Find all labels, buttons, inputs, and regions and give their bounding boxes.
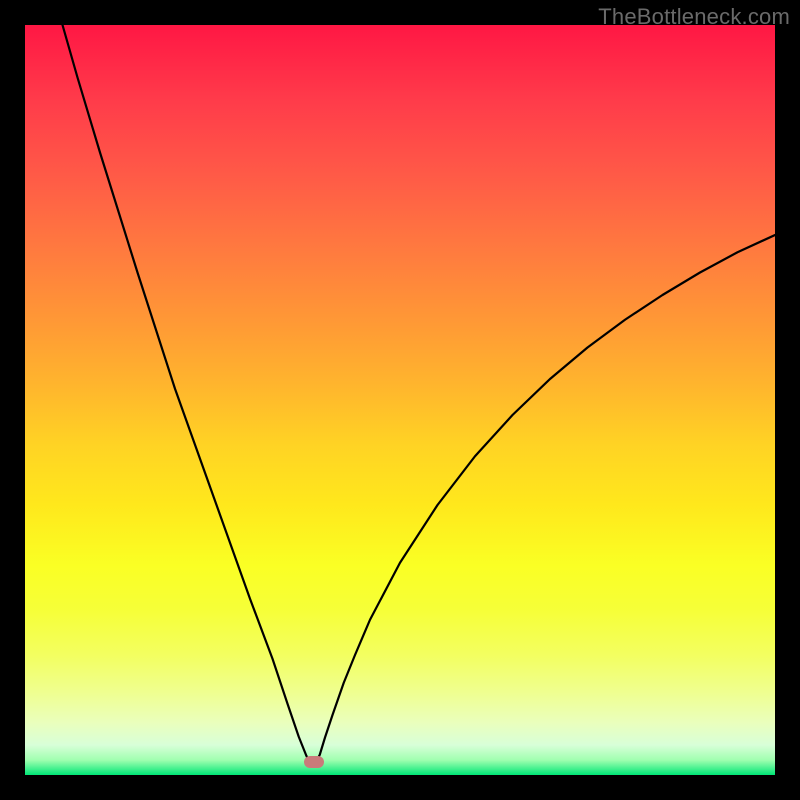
minimum-marker xyxy=(304,756,324,768)
watermark-text: TheBottleneck.com xyxy=(598,4,790,30)
chart-frame xyxy=(25,25,775,775)
